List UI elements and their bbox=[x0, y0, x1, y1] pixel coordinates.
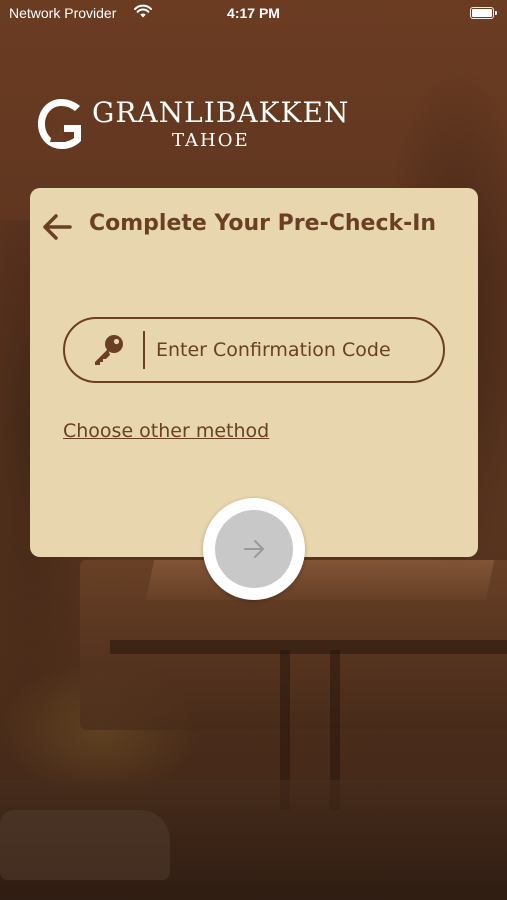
arrow-right-icon bbox=[244, 540, 264, 558]
background-post bbox=[330, 650, 340, 810]
field-divider bbox=[143, 331, 145, 369]
pre-check-in-screen: Network Provider 4:17 PM GRANLIBAKKEN TA… bbox=[0, 0, 507, 900]
logo-name: GRANLIBAKKEN bbox=[92, 96, 350, 129]
granlibakken-logo: GRANLIBAKKEN TAHOE bbox=[36, 96, 348, 156]
key-icon bbox=[95, 335, 123, 365]
status-time: 4:17 PM bbox=[227, 5, 280, 21]
background-roof bbox=[145, 560, 495, 600]
background-bushes bbox=[0, 660, 200, 800]
background-lodge bbox=[80, 560, 507, 730]
background-ground bbox=[0, 780, 507, 900]
status-bar: Network Provider 4:17 PM bbox=[0, 0, 507, 28]
logo-subtitle: TAHOE bbox=[172, 130, 250, 151]
submit-button-ring bbox=[203, 498, 305, 600]
choose-other-method-link[interactable]: Choose other method bbox=[63, 420, 269, 442]
battery-icon bbox=[470, 7, 497, 19]
background-deck bbox=[110, 640, 507, 654]
confirmation-code-field[interactable] bbox=[63, 317, 445, 383]
card-title: Complete Your Pre-Check-In bbox=[89, 211, 437, 236]
background-car bbox=[0, 810, 170, 880]
background-post bbox=[280, 650, 290, 810]
back-button[interactable] bbox=[38, 208, 76, 246]
submit-button[interactable] bbox=[215, 510, 293, 588]
granlibakken-g-mark-icon bbox=[38, 99, 81, 149]
arrow-left-icon bbox=[43, 214, 72, 240]
confirmation-code-input[interactable] bbox=[156, 339, 426, 361]
